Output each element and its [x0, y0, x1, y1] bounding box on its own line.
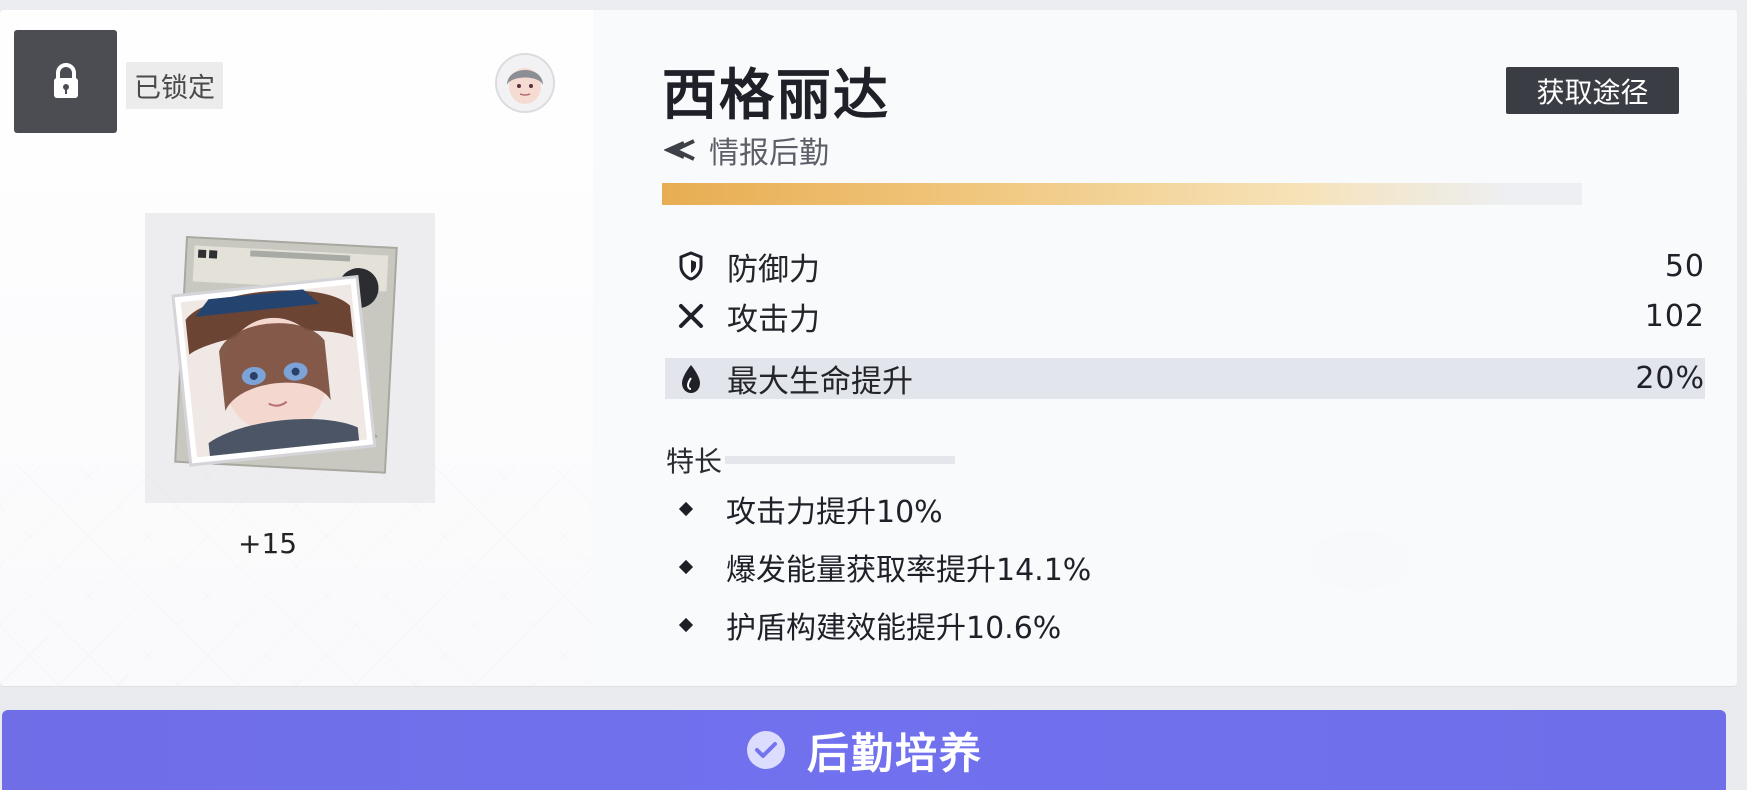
stat-value-max-hp-boost: 20% — [1635, 361, 1705, 396]
check-circle-icon — [746, 731, 785, 769]
drop-icon — [673, 361, 709, 397]
stat-row-max-hp-boost: 最大生命提升 20% — [665, 358, 1705, 400]
character-avatar-image — [497, 55, 553, 111]
stat-value-attack: 102 — [1644, 298, 1705, 334]
bullet-diamond-icon — [678, 617, 694, 633]
lock-button[interactable] — [14, 30, 117, 133]
lock-status-label: 已锁定 — [126, 62, 223, 109]
bullet-diamond-icon — [678, 559, 694, 575]
stat-name-attack: 攻击力 — [727, 301, 820, 338]
enhancement-level: +15 — [238, 527, 298, 560]
specialty-text: 爆发能量获取率提升14.1% — [726, 553, 1092, 588]
specialty-item: 护盾构建效能提升10.6% — [678, 603, 1061, 647]
logistics-training-button[interactable]: 后勤培养 — [2, 710, 1726, 790]
lock-icon — [53, 62, 78, 98]
portrait-art — [145, 213, 435, 503]
stat-name-max-hp-boost: 最大生命提升 — [727, 364, 913, 400]
owner-avatar[interactable] — [497, 55, 553, 111]
logistics-card-art — [145, 213, 435, 503]
stat-name-defense: 防御力 — [727, 251, 820, 288]
specialty-divider — [725, 456, 955, 464]
card-type: 情报后勤 — [664, 128, 829, 172]
card-type-label: 情报后勤 — [709, 136, 829, 171]
specialty-item: 爆发能量获取率提升14.1% — [678, 545, 1091, 589]
stat-row-defense: 防御力 50 — [665, 246, 1705, 288]
shield-icon — [673, 248, 709, 284]
card-title: 西格丽达 — [662, 63, 891, 127]
logistics-card-panel: 已锁定 +15 西格丽达 获取途径 情报后勤 防御力 50 攻击力 102 最大… — [0, 10, 1737, 686]
specialty-item: 攻击力提升10% — [678, 487, 943, 531]
double-chevron-icon — [664, 139, 695, 161]
bullet-diamond-icon — [678, 501, 694, 517]
specialty-text: 攻击力提升10% — [726, 495, 943, 530]
specialty-title: 特长 — [666, 445, 723, 478]
specialty-text: 护盾构建效能提升10.6% — [726, 611, 1062, 646]
logistics-training-label: 后勤培养 — [806, 728, 983, 778]
card-preview-panel: 已锁定 +15 — [0, 10, 593, 686]
stat-value-defense: 50 — [1664, 248, 1705, 284]
crossed-swords-icon — [673, 298, 709, 334]
stat-row-attack: 攻击力 102 — [665, 296, 1705, 338]
progress-track — [662, 183, 1582, 205]
get-path-button[interactable]: 获取途径 — [1506, 67, 1679, 114]
progress-fill — [662, 183, 1509, 205]
